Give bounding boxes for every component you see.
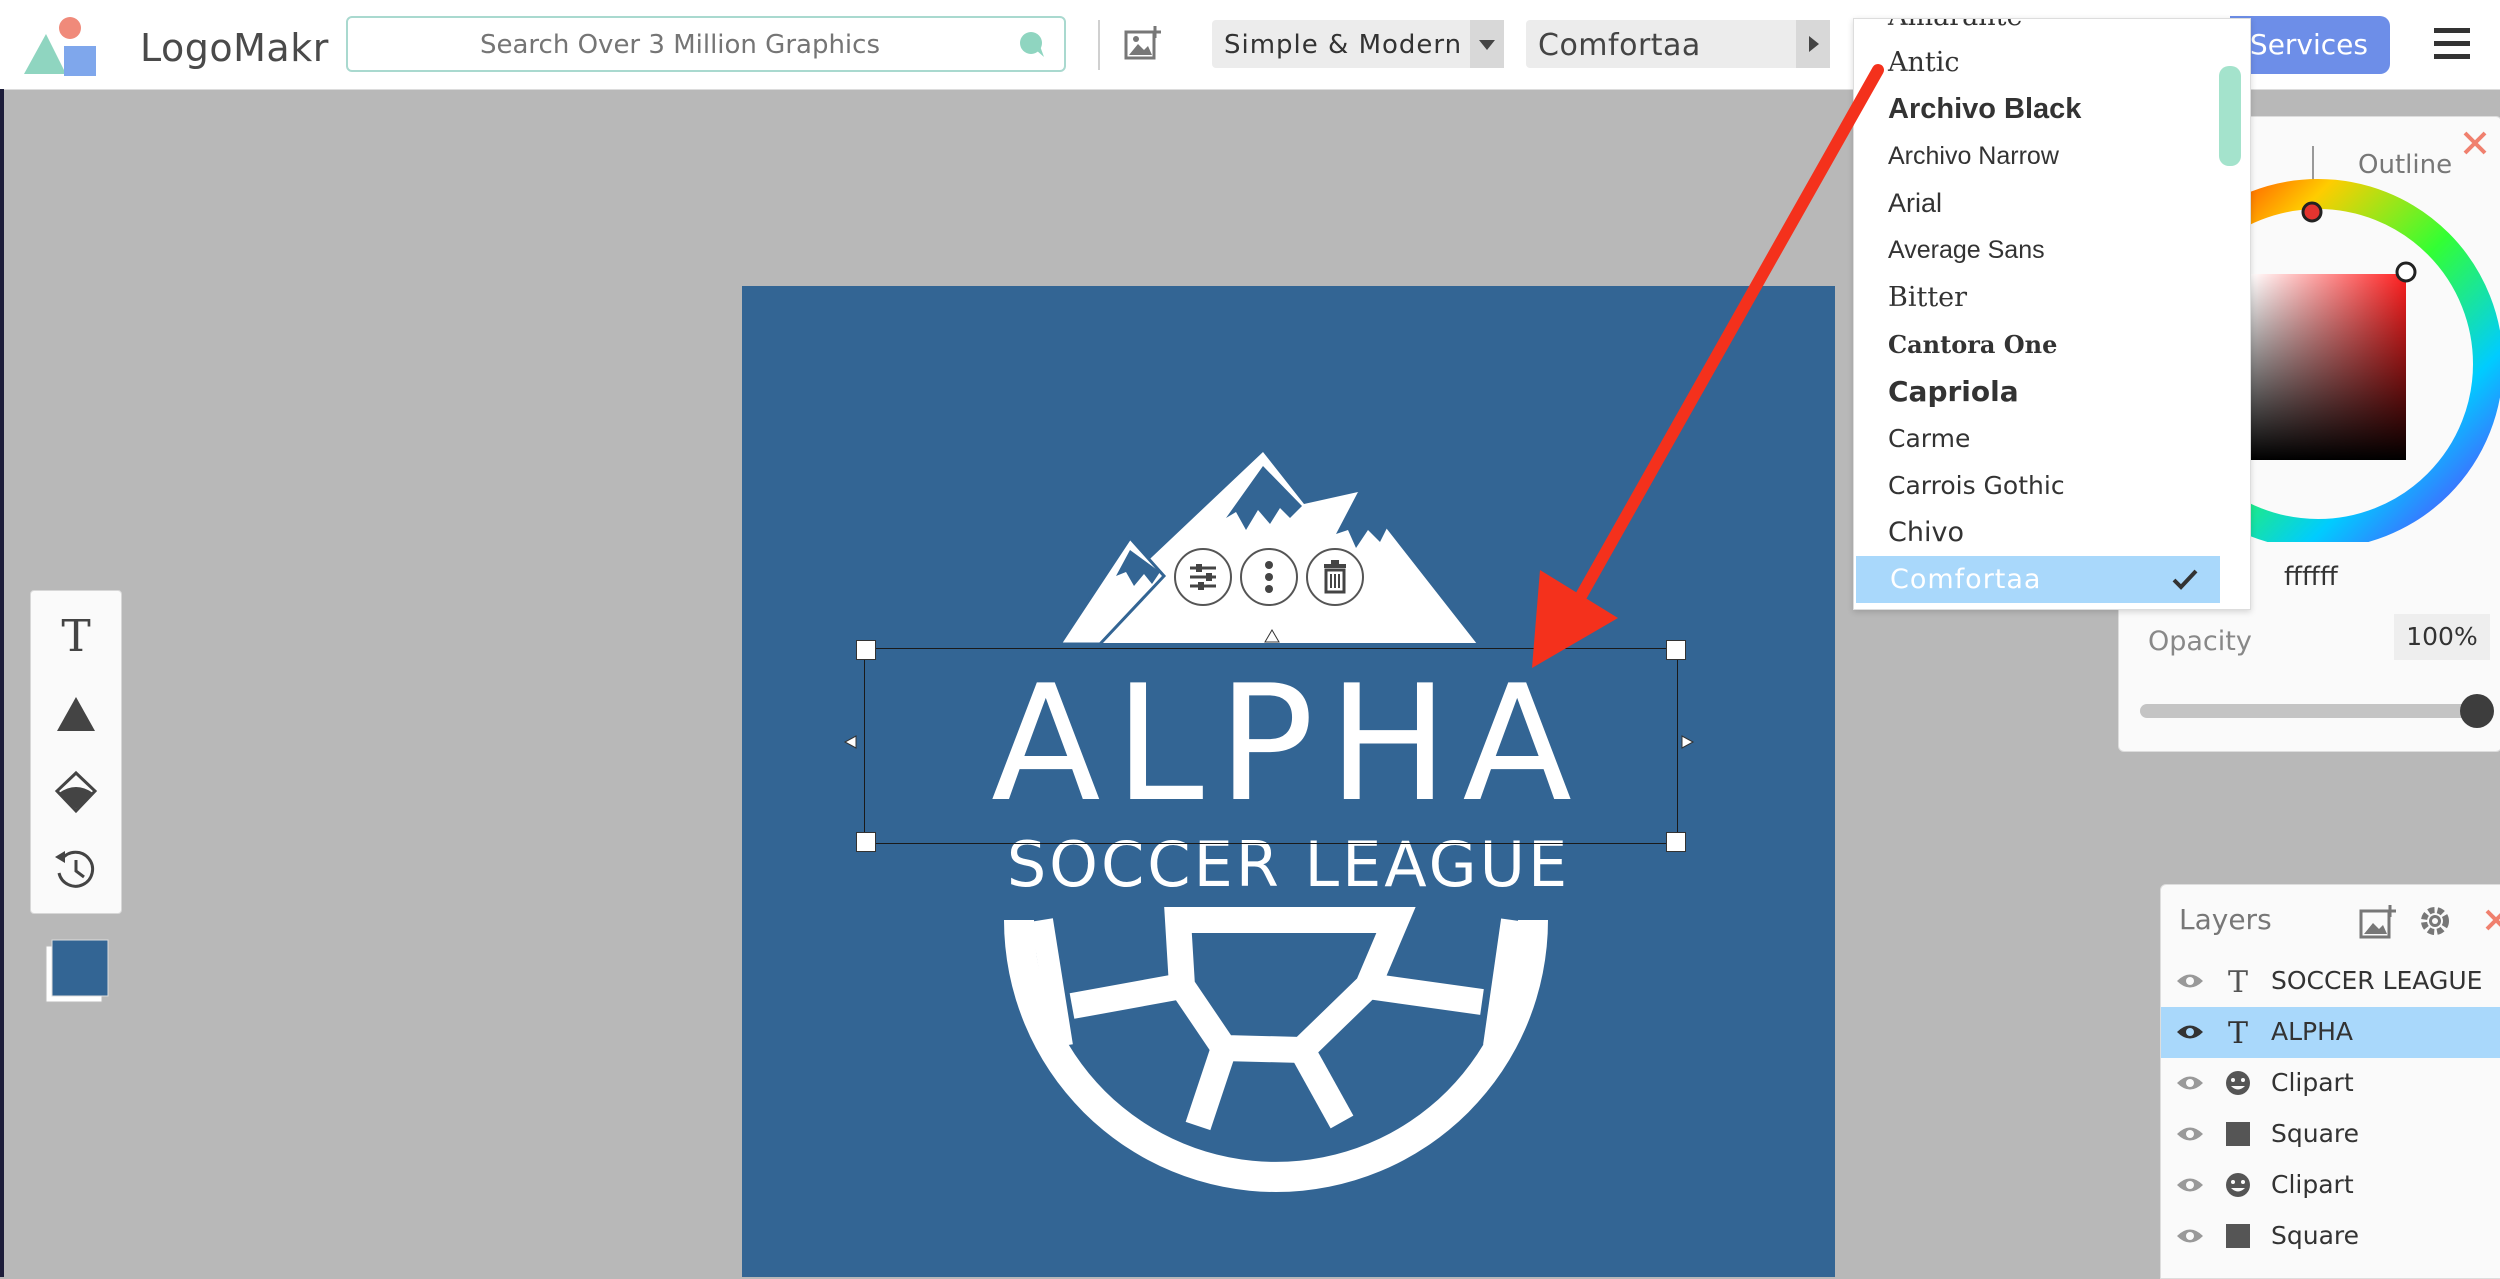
- more-icon: [1265, 561, 1273, 593]
- style-dropdown-label: Simple & Modern: [1224, 30, 1463, 60]
- layer-name: Clipart: [2271, 1170, 2354, 1199]
- font-option[interactable]: Bitter: [1854, 274, 2250, 321]
- font-option[interactable]: Archivo Black: [1854, 86, 2250, 133]
- clipart-layer-icon: [2226, 1173, 2250, 1197]
- font-option-selected[interactable]: Comfortaa: [1856, 556, 2220, 603]
- svg-text:T: T: [2228, 1017, 2248, 1047]
- adjust-button[interactable]: [1174, 548, 1232, 606]
- layers-panel: Layers T SOCCER LEAGUE T ALPHA Clipart S…: [2160, 884, 2500, 1279]
- search-input[interactable]: [348, 18, 1012, 72]
- layers-title: Layers: [2179, 903, 2272, 936]
- font-option[interactable]: Carme: [1854, 415, 2250, 462]
- clipart-layer-icon: [2226, 1071, 2250, 1095]
- brand-name[interactable]: LogoMakr: [140, 26, 329, 70]
- menu-icon[interactable]: [2432, 26, 2472, 62]
- resize-handle-bottom-left[interactable]: [856, 832, 876, 852]
- resize-handle-left[interactable]: [842, 734, 858, 750]
- layer-row[interactable]: Clipart: [2161, 1058, 2500, 1109]
- hex-value[interactable]: ffffff: [2284, 562, 2338, 592]
- svg-text:T: T: [2228, 966, 2248, 996]
- more-options-button[interactable]: [1240, 548, 1298, 606]
- text-tool-icon[interactable]: T: [51, 611, 101, 661]
- eye-icon[interactable]: [2175, 1072, 2205, 1094]
- history-icon[interactable]: [51, 845, 101, 895]
- color-wheel[interactable]: [2218, 168, 2500, 542]
- layer-row[interactable]: Clipart: [2161, 1160, 2500, 1211]
- delete-icon: [1324, 560, 1346, 594]
- chevron-down-icon: [1479, 40, 1495, 50]
- font-option[interactable]: Arial: [1854, 180, 2250, 227]
- font-option[interactable]: Archivo Narrow: [1854, 133, 2250, 180]
- left-toolbar: T: [30, 590, 122, 914]
- square-layer-icon: [2226, 1122, 2250, 1146]
- opacity-slider[interactable]: [2140, 704, 2470, 718]
- resize-handle-right[interactable]: [1680, 734, 1696, 750]
- layer-row[interactable]: T SOCCER LEAGUE: [2161, 956, 2500, 1007]
- search-icon[interactable]: [1018, 30, 1046, 58]
- logo-icon[interactable]: [22, 16, 102, 80]
- font-option-partial[interactable]: Amarante: [1854, 19, 2250, 40]
- check-icon: [2172, 569, 2198, 590]
- toolbar-divider: [1098, 20, 1100, 70]
- layer-row-active[interactable]: T ALPHA: [2161, 1007, 2500, 1058]
- layer-name: Clipart: [2271, 1068, 2354, 1097]
- eye-icon[interactable]: [2175, 1225, 2205, 1247]
- window-edge: [0, 89, 4, 1277]
- eye-icon[interactable]: [2175, 1021, 2205, 1043]
- layer-name: Square: [2271, 1119, 2360, 1148]
- layer-name: SOCCER LEAGUE: [2271, 966, 2483, 995]
- font-option[interactable]: Antic: [1854, 39, 2250, 86]
- font-list-scrollbar[interactable]: [2219, 66, 2241, 166]
- text-layer-icon: T: [2228, 1017, 2248, 1047]
- resize-handle-bottom-right[interactable]: [1666, 832, 1686, 852]
- font-option[interactable]: Average Sans: [1854, 227, 2250, 274]
- font-option[interactable]: Chivo: [1854, 509, 2250, 556]
- rotate-handle[interactable]: [1263, 628, 1281, 644]
- resize-handle-top-left[interactable]: [856, 640, 876, 660]
- annotation-arrow-icon: [1532, 64, 1884, 668]
- font-option[interactable]: Capriola: [1854, 368, 2250, 415]
- close-icon[interactable]: [2460, 128, 2490, 158]
- eye-icon[interactable]: [2175, 1174, 2205, 1196]
- delete-button[interactable]: [1306, 548, 1364, 606]
- font-option[interactable]: Carrois Gothic: [1854, 462, 2250, 509]
- services-button[interactable]: Services: [2230, 16, 2390, 74]
- sliders-icon: [1190, 564, 1216, 590]
- opacity-slider-knob[interactable]: [2460, 694, 2494, 728]
- settings-icon[interactable]: [2417, 903, 2453, 939]
- background-color-swatch[interactable]: [44, 938, 110, 1004]
- search-box[interactable]: [346, 16, 1066, 72]
- font-list: Amarante Antic Archivo Black Archivo Nar…: [1853, 18, 2251, 610]
- text-layer-icon: T: [2228, 966, 2248, 996]
- layer-name: ALPHA: [2271, 1017, 2354, 1046]
- shape-tool-icon[interactable]: [51, 689, 101, 739]
- style-dropdown-toggle[interactable]: [1470, 20, 1504, 68]
- font-option-selected-label: Comfortaa: [1890, 564, 2042, 595]
- close-icon[interactable]: [2483, 907, 2500, 933]
- layer-name: Square: [2271, 1221, 2360, 1250]
- font-dropdown-label: Comfortaa: [1538, 28, 1701, 63]
- opacity-label: Opacity: [2148, 626, 2252, 657]
- svg-text:T: T: [61, 611, 90, 661]
- eye-icon[interactable]: [2175, 1123, 2205, 1145]
- fill-tool-icon[interactable]: [51, 767, 101, 817]
- square-layer-icon: [2226, 1224, 2250, 1248]
- font-option[interactable]: Cantora One: [1854, 321, 2250, 368]
- add-image-icon[interactable]: [1124, 24, 1162, 62]
- add-layer-image-icon[interactable]: [2359, 903, 2397, 939]
- opacity-input[interactable]: 100%: [2394, 614, 2490, 660]
- layer-row[interactable]: Square: [2161, 1211, 2500, 1262]
- style-dropdown[interactable]: Simple & Modern: [1212, 20, 1504, 68]
- eye-icon[interactable]: [2175, 970, 2205, 992]
- layer-row[interactable]: Square: [2161, 1109, 2500, 1160]
